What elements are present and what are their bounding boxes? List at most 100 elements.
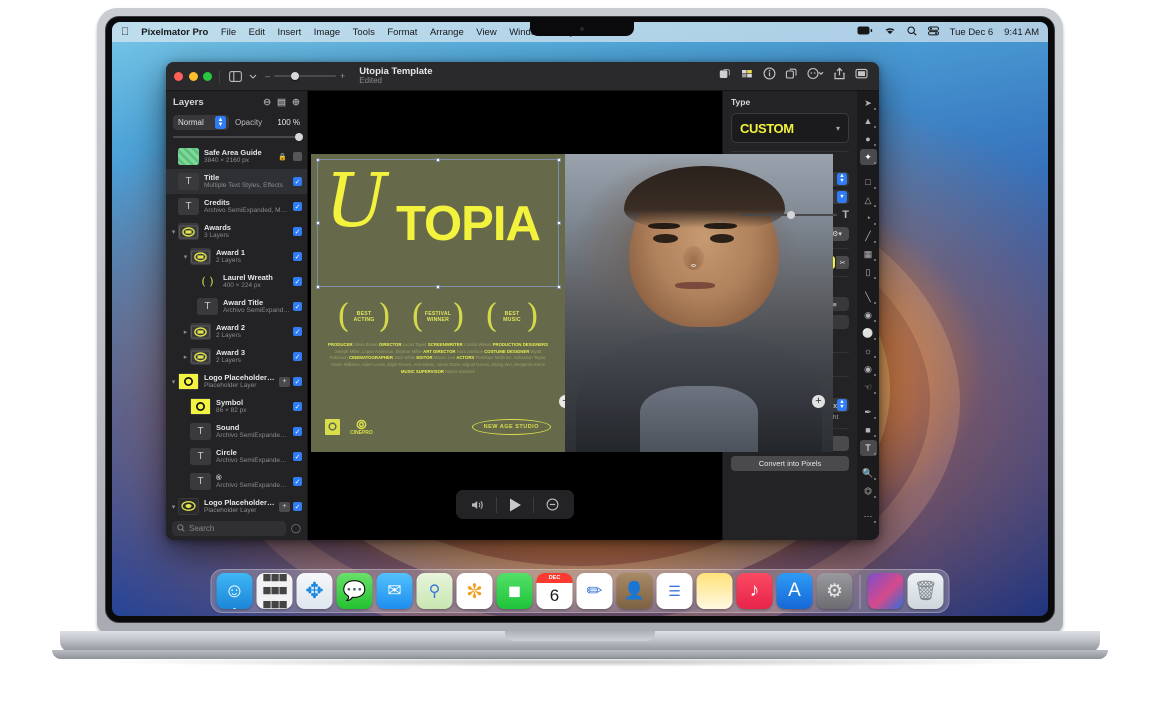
search-input[interactable]: Search xyxy=(172,520,286,536)
replace-placeholder-button[interactable]: + xyxy=(279,501,290,512)
font-size-slider-track[interactable] xyxy=(740,211,838,219)
zoom-tool[interactable]: 🔍 xyxy=(860,465,877,481)
quick-selection-tool[interactable]: ▲ xyxy=(860,113,877,129)
control-center-icon[interactable] xyxy=(927,26,939,39)
dock-item-safari[interactable]: ✥ xyxy=(296,573,333,609)
info-icon[interactable] xyxy=(763,67,776,85)
layer-visibility-checkbox[interactable]: ✓ xyxy=(293,502,302,511)
tools-sidebar[interactable]: ➤ ▲ ● ✦ □ △ ◔ ╱ ▦ ▯ ╲ ◉ ⚪ ☼ ◉ ☜ ✒ ■ T 🔍 ⏣ ⋯ xyxy=(857,91,879,540)
layer-list[interactable]: Safe Area Guide 3840 × 2160 px 🔒 T Title Mult… xyxy=(166,142,307,516)
disclosure-open-icon[interactable]: ▾ xyxy=(169,228,178,236)
volume-button[interactable] xyxy=(460,499,496,511)
menu-item-pixelmator-pro[interactable]: Pixelmator Pro xyxy=(141,27,208,38)
dock-item-music[interactable]: ♪ xyxy=(736,573,773,609)
opacity-slider[interactable] xyxy=(173,133,303,141)
dock-item-app-store[interactable]: A xyxy=(776,573,813,609)
inspector-icon[interactable] xyxy=(855,67,868,85)
layer-visibility-checkbox[interactable]: ✓ xyxy=(293,227,302,236)
menu-item-insert[interactable]: Insert xyxy=(278,27,302,38)
zoom-slider-track[interactable] xyxy=(274,72,337,80)
pen-tool[interactable]: ✒ xyxy=(860,404,877,420)
zoom-out-label[interactable]: – xyxy=(265,71,270,81)
layer-row[interactable]: T SoundArchivo SemiExpanded, Ext…✓ xyxy=(166,419,307,444)
dock-item-mail[interactable]: ✉ xyxy=(376,573,413,609)
menubar-date[interactable]: Tue Dec 6 xyxy=(950,27,993,38)
disclosure-open-icon[interactable]: ▾ xyxy=(181,253,190,261)
disclosure-closed-icon[interactable]: ▸ xyxy=(181,328,190,336)
selection-handle[interactable] xyxy=(435,284,440,289)
selection-handle[interactable] xyxy=(556,284,561,289)
free-select-tool[interactable]: △ xyxy=(860,192,877,208)
opacity-slider-knob[interactable] xyxy=(295,133,303,141)
remove-layer-icon[interactable]: ⊖ xyxy=(263,97,271,108)
disclosure-open-icon[interactable]: ▾ xyxy=(169,378,178,386)
remove-button[interactable] xyxy=(534,498,570,511)
share-icon[interactable] xyxy=(833,67,846,85)
chevron-updown-icon[interactable]: ▲▼ xyxy=(837,173,847,185)
blend-mode-select[interactable]: Normal ▲ ▼ xyxy=(173,115,229,130)
layer-row[interactable]: Symbol 86 × 82 px ✓ xyxy=(166,394,307,419)
paint-bucket-tool[interactable]: ▦ xyxy=(860,246,877,262)
poster-photo[interactable]: + xyxy=(565,154,833,452)
layer-visibility-checkbox[interactable]: ✓ xyxy=(293,302,302,311)
menu-item-arrange[interactable]: Arrange xyxy=(430,27,464,38)
layer-visibility-checkbox[interactable]: ✓ xyxy=(293,177,302,186)
dock-item-pixelmator-pro[interactable]: ✏ xyxy=(576,573,613,609)
selection-handle[interactable] xyxy=(315,220,320,225)
layer-row[interactable]: T Award TitleArchivo SemiExpanded,…✓ xyxy=(166,294,307,319)
add-placeholder-right-button[interactable]: + xyxy=(812,395,825,408)
type-tool[interactable]: T xyxy=(859,440,877,456)
spotlight-search-icon[interactable] xyxy=(907,25,917,39)
selection-handle[interactable] xyxy=(315,157,320,162)
rectangular-marquee-tool[interactable]: □ xyxy=(860,174,877,190)
eraser-tool[interactable]: ▯ xyxy=(860,264,877,280)
menubar-time[interactable]: 9:41 AM xyxy=(1004,27,1039,38)
title-selection-box[interactable] xyxy=(315,157,561,289)
arrange-icon[interactable] xyxy=(785,67,798,85)
chevron-updown-icon[interactable]: ▲▼ xyxy=(837,399,848,411)
play-button[interactable] xyxy=(497,497,533,513)
dock-item-trash[interactable]: 🗑 xyxy=(907,573,944,609)
layer-visibility-checkbox[interactable] xyxy=(293,152,302,161)
layer-row[interactable]: ▾ Logo Placeholder 1:… Placeholder Layer + ✓ xyxy=(166,369,307,394)
layer-row[interactable]: ▾ Awards 3 Layers ✓ xyxy=(166,219,307,244)
dock[interactable]: ☺ ■■■ ■■■ ■■■ ✥ 💬 ✉ ⚲ ✼ ◼ DEC 6 ✏ 👤 ☰ ♪ A ⚙ 🗑 xyxy=(210,569,950,613)
layer-visibility-checkbox[interactable]: ✓ xyxy=(293,477,302,486)
window-traffic-lights[interactable] xyxy=(174,71,212,81)
group-layers-icon[interactable]: ▤ xyxy=(277,97,286,108)
text-style-select[interactable]: CUSTOM ▾ xyxy=(731,113,849,143)
pencil-tool[interactable]: ╲ xyxy=(860,289,877,305)
dock-item-calendar[interactable]: DEC 6 xyxy=(536,573,573,609)
paint-select-tool[interactable]: ◔ xyxy=(860,210,877,226)
dock-item-contacts[interactable]: 👤 xyxy=(616,573,653,609)
menu-item-edit[interactable]: Edit xyxy=(249,27,265,38)
menu-item-format[interactable]: Format xyxy=(387,27,417,38)
replace-placeholder-button[interactable]: + xyxy=(279,376,290,387)
color-select-tool[interactable]: ● xyxy=(860,131,877,147)
dock-item-messages[interactable]: 💬 xyxy=(336,573,373,609)
layer-row[interactable]: Safe Area Guide 3840 × 2160 px 🔒 xyxy=(166,144,307,169)
layer-row[interactable]: T Title Multiple Text Styles, Effects ✓ xyxy=(166,169,307,194)
dock-item-downloads-stack[interactable] xyxy=(867,573,904,609)
selection-handle[interactable] xyxy=(315,284,320,289)
canvas-area[interactable]: U TOPIA () BEST ACTING () FESTIVAL WIN… xyxy=(308,91,833,540)
poster-artwork[interactable]: U TOPIA () BEST ACTING () FESTIVAL WIN… xyxy=(311,154,572,452)
layer-row[interactable]: ( ) Laurel Wreath 400 × 224 px ✓ xyxy=(166,269,307,294)
dock-item-notes[interactable] xyxy=(696,573,733,609)
wifi-icon[interactable] xyxy=(884,26,896,38)
dock-item-reminders[interactable]: ☰ xyxy=(656,573,693,609)
menu-item-image[interactable]: Image xyxy=(314,27,340,38)
battery-icon[interactable] xyxy=(857,26,873,38)
dock-item-maps[interactable]: ⚲ xyxy=(416,573,453,609)
layer-row[interactable]: T CircleArchivo SemiExpanded, Ext…✓ xyxy=(166,444,307,469)
dock-item-photos[interactable]: ✼ xyxy=(456,573,493,609)
sidebar-options-chevron-icon[interactable] xyxy=(244,69,261,84)
color-adjustments-icon[interactable] xyxy=(741,67,754,85)
zoom-slider[interactable]: – + xyxy=(265,71,345,81)
shape-tool[interactable]: ■ xyxy=(860,422,877,438)
layer-row[interactable]: ▸ Award 32 Layers ✓ xyxy=(166,344,307,369)
layer-row[interactable]: ▾ Logo Placeholder 2… Placeholder Layer + ✓ xyxy=(166,494,307,516)
convert-into-pixels-button[interactable]: Convert into Pixels xyxy=(731,456,849,471)
chevron-updown-icon[interactable]: ▲▼ xyxy=(215,116,226,129)
zoom-in-label[interactable]: + xyxy=(340,71,345,81)
